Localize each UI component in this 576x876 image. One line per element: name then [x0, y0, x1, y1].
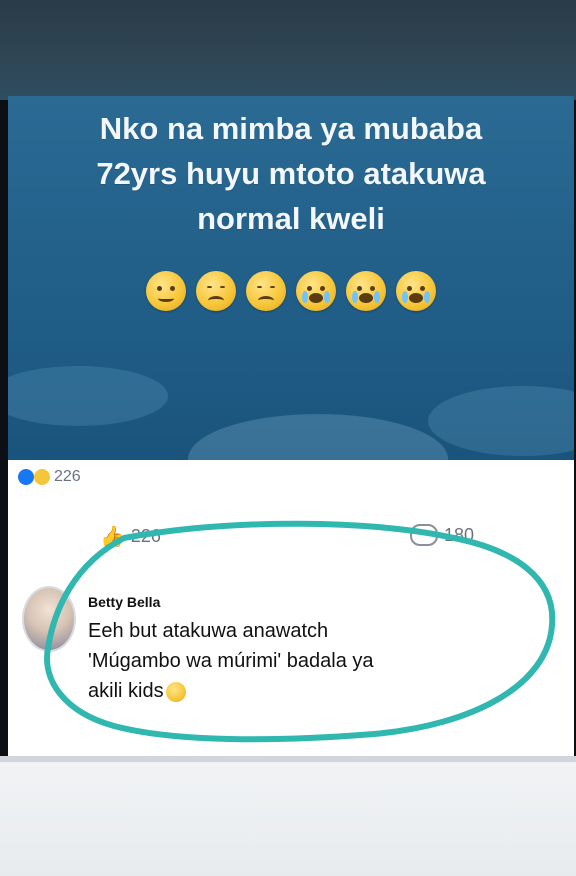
bottom-background: [0, 762, 576, 876]
comment-count: 180: [443, 524, 474, 545]
like-reaction-icon: [18, 469, 34, 485]
worried-face-icon: [146, 271, 186, 311]
comment-text-line: akili kids: [88, 676, 374, 706]
comment-button[interactable]: 180: [409, 524, 474, 546]
thumbs-up-icon: 👍: [100, 526, 125, 548]
reactions-count: 226: [54, 468, 81, 485]
crying-face-icon: [346, 271, 386, 311]
top-background: [0, 0, 576, 100]
cloud-decoration: [428, 386, 574, 456]
post-emoji-row: [8, 271, 574, 315]
comment-text-line: Eeh but atakuwa anawatch: [88, 620, 329, 642]
reactions-summary[interactable]: 226: [18, 468, 81, 486]
post-text-line: 72yrs huyu mtoto atakuwa: [96, 156, 486, 191]
post-text-line: Nko na mimba ya mubaba: [99, 111, 483, 146]
comment-text: Eeh but atakuwa anawatch 'Múgambo wa múr…: [88, 616, 374, 706]
post-text-line: normal kweli: [197, 201, 385, 236]
pensive-face-icon: [196, 271, 236, 311]
crying-face-icon: [396, 271, 436, 311]
post-image: Nko na mimba ya mubaba 72yrs huyu mtoto …: [8, 96, 574, 460]
haha-reaction-icon: [34, 469, 50, 485]
comment-bubble-icon: [409, 524, 438, 546]
cloud-decoration: [8, 366, 168, 426]
comment-text-line: 'Múgambo wa múrimi' badala ya: [88, 650, 374, 672]
comment-item: Betty Bella Eeh but atakuwa anawatch 'Mú…: [22, 586, 542, 706]
comment-body: Betty Bella Eeh but atakuwa anawatch 'Mú…: [88, 586, 374, 706]
laughing-face-icon: [165, 681, 186, 702]
comment-author[interactable]: Betty Bella: [88, 594, 374, 610]
like-count: 226: [130, 526, 161, 546]
cloud-decoration: [188, 414, 448, 460]
avatar[interactable]: [22, 586, 76, 652]
pensive-face-icon: [246, 271, 286, 311]
comment-text-line-3: akili kids: [88, 680, 164, 702]
post-text: Nko na mimba ya mubaba 72yrs huyu mtoto …: [8, 106, 574, 241]
crying-face-icon: [296, 271, 336, 311]
like-button[interactable]: 👍 226: [100, 524, 161, 549]
engagement-panel: 226 👍 226 180 Betty Bella Eeh but atakuw…: [8, 460, 574, 760]
